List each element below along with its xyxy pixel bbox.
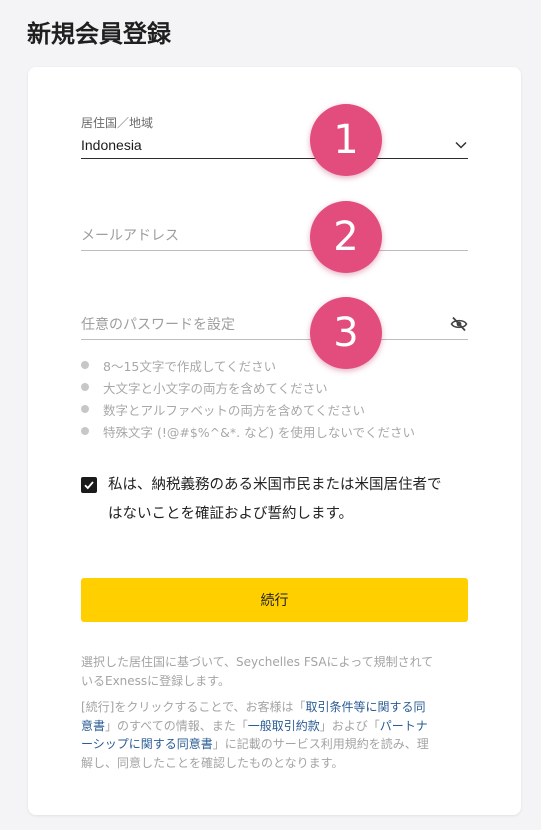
chevron-down-icon [455, 141, 467, 149]
checkmark-icon [84, 481, 94, 490]
password-rules: 8～15文字で作成してください 大文字と小文字の両方を含めてください 数字とアル… [81, 354, 468, 442]
bullet-icon [81, 383, 89, 391]
terms-note: [続行]をクリックすることで、お客様は「取引条件等に関する同 意書」のすべての情… [81, 700, 429, 770]
consent-text: 私は、納税義務のある米国市民または米国居住者で はないことを確証および誓約します… [108, 477, 442, 522]
password-placeholder: 任意のパスワードを設定 [81, 317, 235, 333]
password-field[interactable]: 任意のパスワードを設定 [81, 309, 468, 340]
general-terms-link[interactable]: 一般取引約款 [248, 719, 320, 733]
rule-item: 大文字と小文字の両方を含めてください [81, 376, 468, 398]
regulation-note: 選択した居住国に基づいて、Seychelles FSAによって規制されて いるE… [81, 655, 434, 688]
bullet-icon [81, 405, 89, 413]
partnership-agreement-link[interactable]: パートナ [380, 719, 428, 733]
eye-off-icon[interactable] [450, 316, 468, 332]
email-field[interactable]: メールアドレス [81, 220, 468, 251]
rule-item: 特殊文字 (!@#$%^&*. など) を使用しないでください [81, 420, 468, 442]
consent-checkbox[interactable] [81, 477, 97, 493]
trading-conditions-link[interactable]: 意書 [81, 719, 105, 733]
continue-button[interactable]: 続行 [81, 578, 468, 622]
rule-item: 8～15文字で作成してください [81, 354, 468, 376]
bullet-icon [81, 361, 89, 369]
email-placeholder: メールアドレス [81, 228, 179, 244]
partnership-agreement-link[interactable]: ーシップに関する同意書 [81, 737, 213, 751]
step-marker-1: 1 [310, 104, 382, 176]
country-field: 居住国／地域 Indonesia [81, 114, 468, 159]
rule-item: 数字とアルファベットの両方を含めてください [81, 398, 468, 420]
country-label: 居住国／地域 [81, 116, 154, 130]
us-person-consent: 私は、納税義務のある米国市民または米国居住者で はないことを確証および誓約します… [81, 471, 471, 529]
country-select[interactable]: Indonesia [81, 131, 468, 159]
country-value: Indonesia [81, 136, 142, 153]
step-marker-2: 2 [310, 201, 382, 273]
bullet-icon [81, 427, 89, 435]
trading-conditions-link[interactable]: 取引条件等に関する同 [306, 700, 426, 714]
page-title: 新規会員登録 [27, 20, 171, 48]
registration-card: 居住国／地域 Indonesia メールアドレス 任意のパスワードを設定 1 2… [28, 67, 521, 815]
